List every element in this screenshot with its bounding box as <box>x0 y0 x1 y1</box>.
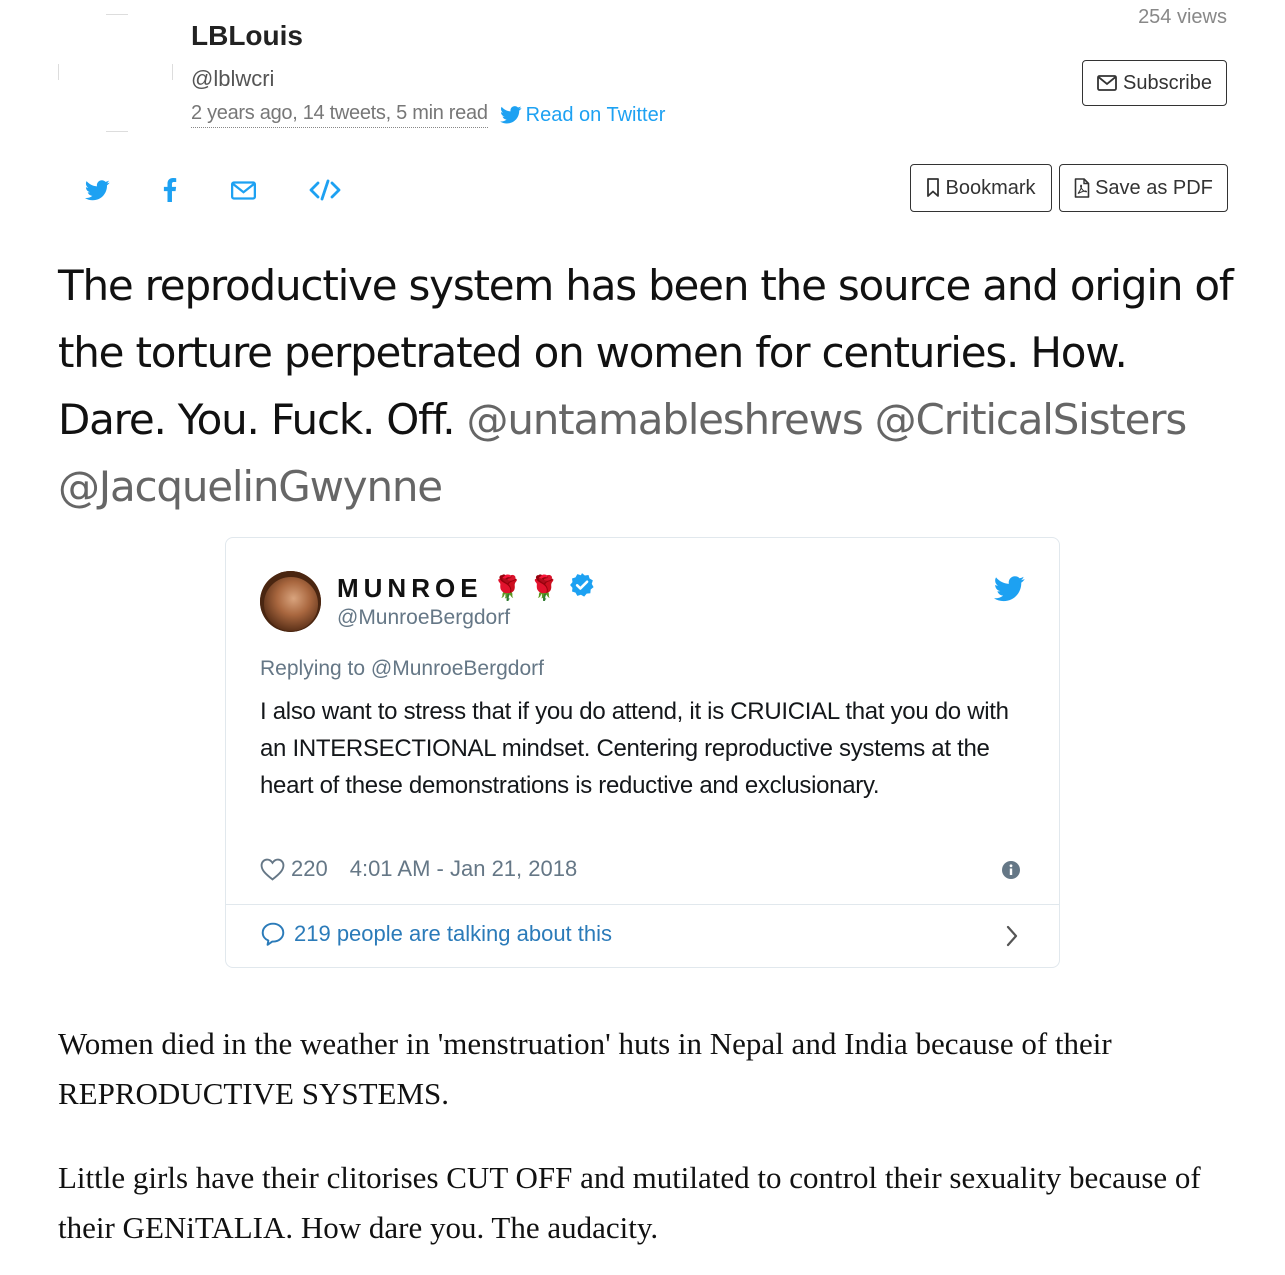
embed-avatar[interactable] <box>260 571 321 632</box>
replying-to[interactable]: Replying to @MunroeBergdorf <box>260 657 544 681</box>
conversation-count: 219 people are talking about this <box>294 921 613 946</box>
lead-tweet-text: The reproductive system has been the sou… <box>58 252 1238 520</box>
twitter-bird-icon <box>499 106 522 124</box>
thread-paragraph: Little girls have their clitorises CUT O… <box>58 1160 1201 1245</box>
conversation-link[interactable]: 219 people are talking about this <box>260 921 612 947</box>
verified-badge-icon <box>569 572 595 605</box>
embed-timestamp[interactable]: 4:01 AM - Jan 21, 2018 <box>350 856 578 882</box>
bookmark-icon <box>927 178 940 197</box>
speech-bubble-icon <box>261 922 285 946</box>
embed-author-handle[interactable]: @MunroeBergdorf <box>337 606 510 630</box>
share-email-button[interactable] <box>229 176 257 204</box>
card-divider <box>226 904 1059 905</box>
embed-code-icon <box>309 179 341 201</box>
chevron-right-icon[interactable] <box>1005 924 1019 953</box>
bookmark-button[interactable]: Bookmark <box>910 164 1052 212</box>
embedded-tweet-card[interactable]: MUNROE 🌹 🌹 @MunroeBergdorf Replying to @… <box>225 537 1060 968</box>
read-on-twitter-link[interactable]: Read on Twitter <box>499 103 666 127</box>
thread-meta-text: 2 years ago, 14 tweets, 5 min read <box>191 102 488 128</box>
read-on-twitter-label: Read on Twitter <box>525 103 666 126</box>
share-embed-button[interactable] <box>308 176 342 204</box>
email-icon <box>230 180 256 200</box>
author-handle[interactable]: @lblwcri <box>191 66 274 92</box>
info-icon[interactable] <box>1001 860 1021 885</box>
embed-tweet-body: I also want to stress that if you do att… <box>260 698 1009 799</box>
subscribe-label: Subscribe <box>1123 71 1212 94</box>
rose-emoji-icons: 🌹 🌹 <box>492 575 559 602</box>
embed-author-name-text: MUNROE <box>337 573 483 603</box>
share-facebook-button[interactable] <box>156 176 184 204</box>
author-name[interactable]: LBLouis <box>191 20 303 52</box>
twitter-icon <box>84 179 110 200</box>
twitter-logo-icon[interactable] <box>994 576 1025 607</box>
heart-icon[interactable] <box>260 858 285 881</box>
bookmark-label: Bookmark <box>945 176 1036 199</box>
embed-tweet-meta: 220 4:01 AM - Jan 21, 2018 <box>260 856 577 882</box>
facebook-icon <box>163 178 177 202</box>
like-count[interactable]: 220 <box>291 856 328 882</box>
view-count: 254 views <box>1138 6 1227 28</box>
envelope-icon <box>1097 75 1117 91</box>
pdf-file-icon <box>1074 178 1090 198</box>
thread-paragraph: Women died in the weather in 'menstruati… <box>58 1026 1112 1111</box>
save-pdf-label: Save as PDF <box>1095 176 1213 199</box>
share-twitter-button[interactable] <box>83 176 111 204</box>
save-as-pdf-button[interactable]: Save as PDF <box>1059 164 1228 212</box>
embed-author-name[interactable]: MUNROE 🌹 🌹 <box>337 572 595 605</box>
author-avatar[interactable] <box>58 14 178 132</box>
subscribe-button[interactable]: Subscribe <box>1082 60 1227 106</box>
thread-meta: 2 years ago, 14 tweets, 5 min read Read … <box>191 102 665 128</box>
